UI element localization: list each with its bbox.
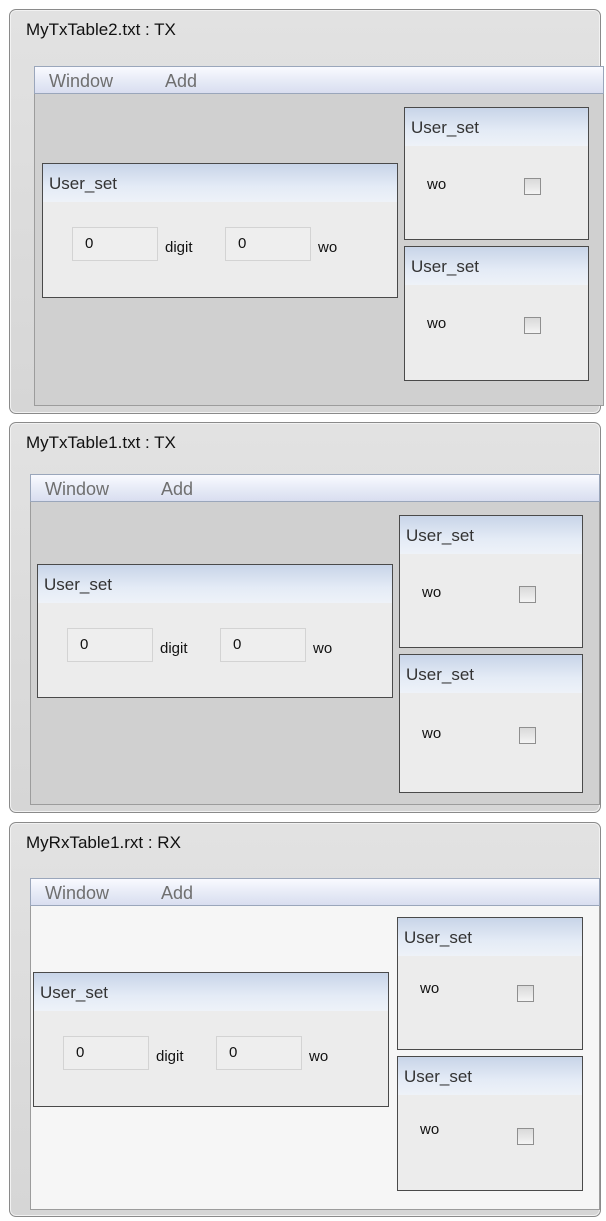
menu-item-add[interactable]: Add [165,71,197,92]
wo-checkbox[interactable] [524,178,541,195]
menu-item-window[interactable]: Window [49,71,113,92]
panel-title: User_set [406,526,475,545]
panel-title: User_set [406,665,475,684]
window-title: MyRxTable1.rxt : RX [26,833,181,852]
side-panel-2: User_set wo [397,1056,583,1191]
menu-item-window[interactable]: Window [45,883,109,904]
wo-value-field[interactable]: 0 [216,1036,302,1070]
side-panel-1: User_set wo [404,107,589,240]
window-mytxtable1[interactable]: MyTxTable1.txt : TX Window Add User_set … [9,422,601,813]
wo-value-field[interactable]: 0 [220,628,306,662]
window-myrxtable1[interactable]: MyRxTable1.rxt : RX Window Add User_set … [9,822,601,1217]
panel-header: User_set [38,565,392,603]
main-panel: User_set 0 digit 0 wo [42,163,398,298]
window-title: MyTxTable1.txt : TX [26,433,176,452]
side-panel-2: User_set wo [404,246,589,381]
main-panel: User_set 0 digit 0 wo [37,564,393,698]
wo-label: wo [427,315,447,332]
wo-label: wo [427,176,447,193]
panel-header: User_set [405,108,588,146]
panel-title: User_set [411,118,480,137]
wo-label: wo [313,640,333,657]
panel-header: User_set [400,655,582,693]
content-area: User_set 0 digit 0 wo User_set wo User_s… [30,906,600,1210]
content-area: User_set 0 digit 0 wo User_set wo User_s… [34,94,604,406]
panel-header: User_set [400,516,582,554]
digit-label: digit [160,640,188,657]
content-area: User_set 0 digit 0 wo User_set wo User_s… [30,502,600,805]
digit-value-field[interactable]: 0 [63,1036,149,1070]
wo-label: wo [420,980,440,997]
side-panel-2: User_set wo [399,654,583,793]
panel-header: User_set [398,1057,582,1095]
menu-item-add[interactable]: Add [161,479,193,500]
menu-item-add[interactable]: Add [161,883,193,904]
panel-title: User_set [404,928,473,947]
side-panel-1: User_set wo [399,515,583,648]
panel-header: User_set [43,164,397,202]
digit-value-field[interactable]: 0 [72,227,158,261]
wo-label: wo [422,725,442,742]
digit-label: digit [165,239,193,256]
panel-header: User_set [398,918,582,956]
panel-header: User_set [405,247,588,285]
wo-checkbox[interactable] [519,727,536,744]
panel-title: User_set [40,983,109,1002]
menu-bar: Window Add [34,66,604,94]
side-panel-1: User_set wo [397,917,583,1050]
menu-bar: Window Add [30,878,600,906]
panel-header: User_set [34,973,388,1011]
wo-label: wo [318,239,338,256]
wo-label: wo [420,1121,440,1138]
menu-item-window[interactable]: Window [45,479,109,500]
window-title: MyTxTable2.txt : TX [26,20,176,39]
window-mytxtable2[interactable]: MyTxTable2.txt : TX Window Add User_set … [9,9,604,414]
wo-checkbox[interactable] [517,1128,534,1145]
wo-label: wo [309,1048,329,1065]
wo-checkbox[interactable] [517,985,534,1002]
panel-title: User_set [411,257,480,276]
panel-title: User_set [404,1067,473,1086]
menu-bar: Window Add [30,474,600,502]
panel-title: User_set [49,174,118,193]
wo-label: wo [422,584,442,601]
digit-value-field[interactable]: 0 [67,628,153,662]
main-panel: User_set 0 digit 0 wo [33,972,389,1107]
panel-title: User_set [44,575,113,594]
wo-checkbox[interactable] [519,586,536,603]
digit-label: digit [156,1048,184,1065]
wo-value-field[interactable]: 0 [225,227,311,261]
wo-checkbox[interactable] [524,317,541,334]
